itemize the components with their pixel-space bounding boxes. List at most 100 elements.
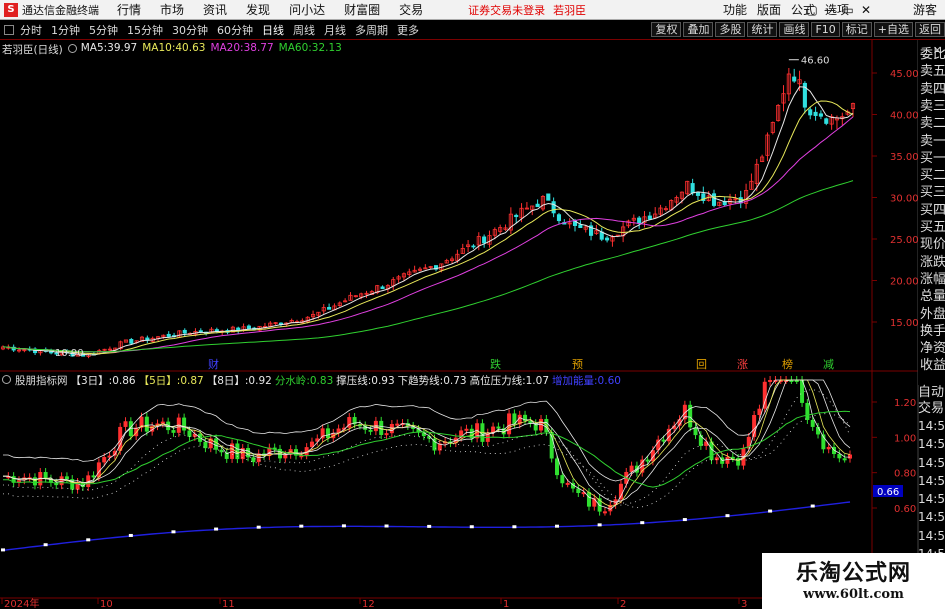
candle-body	[599, 231, 604, 240]
ma5-label: MA5:39.97	[80, 42, 138, 54]
low-price-label: 10.90	[55, 348, 84, 359]
event-marker: 减	[823, 358, 834, 371]
ticks-header-auto[interactable]: 自动	[918, 385, 945, 401]
side-item: 现价	[920, 237, 945, 253]
ind-energy: 增加能量:0.60	[552, 375, 621, 387]
ind-bar	[618, 483, 623, 500]
candle-body	[182, 329, 187, 334]
energy-dot	[469, 525, 474, 529]
candle-body	[792, 76, 797, 82]
kline-chart[interactable]: 45.0040.0035.0030.0025.0020.0015.001.201…	[0, 0, 945, 609]
ind-bar	[816, 426, 821, 435]
candle-body	[556, 214, 562, 222]
quote-side-panel: ✕ 委比 卖五 卖四 卖三 卖二 卖一 买一 买二 买三 买四 买五 现价 涨跌 涨幅 总量 外盘 换手 净资 收益	[918, 40, 945, 385]
candle-body	[166, 333, 171, 337]
ma10-label: MA10:40.63	[142, 42, 206, 54]
energy-dot	[214, 527, 219, 531]
indicator-name[interactable]: 股朋指标网	[15, 373, 68, 388]
energy-dot	[640, 521, 645, 525]
candle-body	[578, 224, 583, 229]
side-item: 卖二	[920, 116, 945, 132]
ind-bar	[43, 472, 48, 479]
energy-dot	[768, 509, 773, 513]
candle-body	[546, 193, 551, 201]
ind-high-pressure: 高位压力线:1.07	[469, 375, 550, 387]
candle-body	[327, 306, 332, 310]
energy-dot	[86, 538, 91, 542]
candle-body	[824, 118, 829, 124]
ind-bar	[586, 492, 591, 507]
energy-dot	[725, 514, 730, 518]
x-tick-label: 12	[362, 599, 375, 609]
x-tick-label: 1	[503, 599, 509, 609]
ma-line	[2, 116, 854, 353]
ind-y-tick-label: 1.00	[894, 433, 916, 444]
ind-bar	[320, 428, 325, 439]
energy-dot	[341, 524, 346, 528]
side-item: 卖四	[920, 81, 945, 97]
watermark-url: www.60lt.com	[803, 587, 904, 602]
ind-5day: 【5日】:0.87	[138, 375, 204, 387]
ind-bar	[645, 459, 650, 462]
ma-line	[2, 86, 854, 356]
ind-bar	[837, 454, 842, 459]
x-tick-label: 3	[741, 599, 747, 609]
energy-dot	[427, 524, 432, 528]
candle-body	[551, 201, 556, 214]
settings-circle-icon[interactable]	[67, 44, 77, 53]
ticks-header-trade[interactable]: 交易	[918, 401, 945, 417]
indicator-legend: 股朋指标网 【3日】:0.86 【5日】:0.87 【8日】:0.92 分水岭:…	[2, 373, 624, 388]
energy-dot	[171, 530, 176, 534]
energy-dot	[1, 548, 5, 552]
tick-time: 14:56	[918, 473, 945, 488]
energy-dot	[810, 504, 815, 508]
candle-body	[818, 113, 823, 117]
ind-bar	[171, 430, 176, 433]
ind-bar	[496, 426, 501, 429]
side-item: 买五	[920, 220, 945, 235]
candle-body	[482, 236, 487, 244]
y-tick-label: 45.00	[890, 69, 919, 80]
tick-time: 14:56	[918, 437, 945, 452]
event-marker: 涨	[737, 358, 748, 371]
ind-bar	[283, 454, 288, 459]
ind-watershed: 分水岭:0.83	[274, 375, 334, 387]
indicator-settings-circle-icon[interactable]	[2, 375, 11, 384]
ind-down-trend: 下趋势线:0.73	[397, 375, 467, 387]
ind-bar	[805, 402, 810, 420]
candle-body	[647, 215, 652, 220]
y-tick-label: 40.00	[890, 111, 919, 122]
ind-bar	[325, 428, 330, 439]
energy-dot	[597, 523, 602, 527]
y-tick-label: 30.00	[890, 194, 919, 205]
ind-bar	[32, 477, 37, 486]
ind-8day: 【8日】:0.92	[206, 375, 272, 387]
stock-period-label: 若羽臣(日线)	[2, 44, 63, 56]
x-tick-label: 10	[100, 599, 113, 609]
ind-bar	[182, 417, 187, 431]
side-item: 委比	[920, 47, 945, 62]
side-item: 总量	[920, 289, 945, 305]
candle-body	[695, 192, 701, 196]
candle-body	[514, 214, 519, 218]
energy-dot	[256, 525, 261, 529]
ind-bar	[602, 511, 607, 514]
ind-y-tick-label: 0.80	[894, 469, 916, 480]
ind-bar	[102, 457, 107, 463]
x-tick-label: 11	[222, 599, 235, 609]
y-tick-label: 15.00	[890, 318, 919, 329]
candle-body	[813, 111, 818, 116]
tick-time: 14:56	[918, 419, 945, 433]
ind-bar	[810, 419, 815, 427]
ind-bar	[725, 456, 730, 464]
side-item: 买三	[920, 185, 945, 201]
energy-dot	[128, 533, 133, 537]
ind-y-tick-label: 1.20	[894, 398, 916, 409]
side-item: 卖一	[920, 133, 945, 149]
side-item: 卖三	[920, 98, 945, 114]
candle-body	[637, 217, 642, 224]
energy-dot	[555, 524, 560, 528]
candle-body	[380, 286, 385, 290]
ind-bar	[464, 428, 469, 431]
energy-dot	[512, 525, 517, 529]
